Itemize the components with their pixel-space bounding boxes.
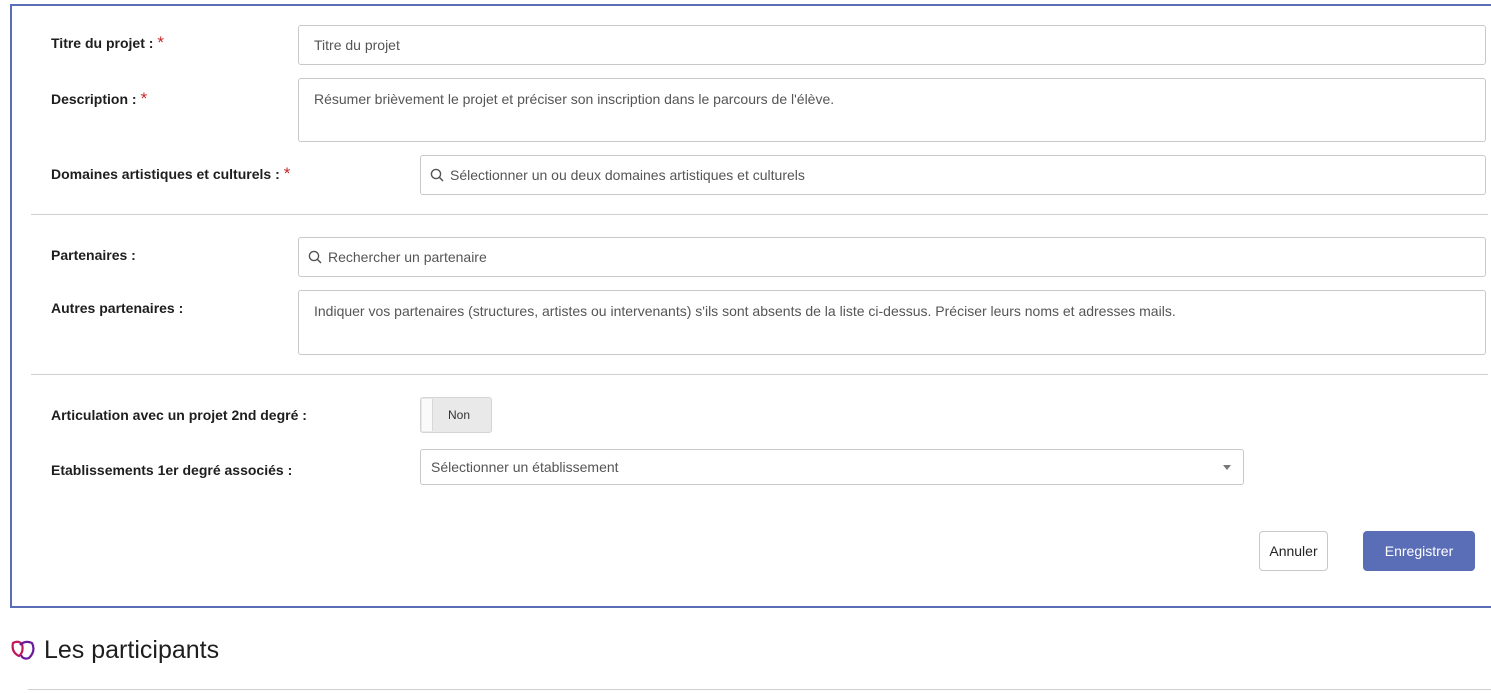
articulation-label: Articulation avec un projet 2nd degré : <box>51 407 307 423</box>
partners-placeholder: Rechercher un partenaire <box>328 249 487 265</box>
participants-section-header: Les participants <box>10 636 219 665</box>
establishments-placeholder: Sélectionner un établissement <box>431 459 619 475</box>
title-input[interactable]: Titre du projet <box>298 25 1486 65</box>
required-marker: * <box>140 89 148 108</box>
partners-label: Partenaires : <box>51 247 136 263</box>
save-button[interactable]: Enregistrer <box>1363 531 1475 571</box>
section-divider <box>31 374 1488 375</box>
title-label: Titre du projet : * <box>51 33 165 52</box>
section-divider <box>28 689 1491 690</box>
establishments-label: Etablissements 1er degré associés : <box>51 462 293 478</box>
domains-placeholder: Sélectionner un ou deux domaines artisti… <box>450 167 805 183</box>
domains-label: Domaines artistiques et culturels : * <box>51 164 291 183</box>
other-partners-textarea[interactable]: Indiquer vos partenaires (structures, ar… <box>298 290 1486 355</box>
required-marker: * <box>283 164 291 183</box>
description-placeholder: Résumer brièvement le projet et préciser… <box>314 91 835 107</box>
chevron-down-icon <box>1223 465 1231 470</box>
title-input-placeholder: Titre du projet <box>314 37 400 53</box>
domains-search-input[interactable]: Sélectionner un ou deux domaines artisti… <box>420 155 1486 195</box>
search-icon <box>430 168 444 182</box>
description-label: Description : * <box>51 89 148 108</box>
search-icon <box>308 250 322 264</box>
other-partners-label: Autres partenaires : <box>51 300 184 316</box>
participants-logo-icon <box>11 640 35 660</box>
participants-title: Les participants <box>44 636 220 664</box>
section-divider <box>31 214 1488 215</box>
toggle-value: Non <box>448 408 471 422</box>
cancel-button[interactable]: Annuler <box>1259 531 1328 571</box>
partners-search-input[interactable]: Rechercher un partenaire <box>298 237 1486 277</box>
description-textarea[interactable]: Résumer brièvement le projet et préciser… <box>298 78 1486 142</box>
articulation-toggle[interactable]: Non <box>420 397 492 433</box>
toggle-knob <box>422 399 433 431</box>
project-form-card: Titre du projet : * Titre du projet Descr… <box>10 4 1491 608</box>
other-partners-placeholder: Indiquer vos partenaires (structures, ar… <box>314 303 1176 319</box>
establishments-select[interactable]: Sélectionner un établissement <box>420 449 1244 485</box>
required-marker: * <box>157 33 165 52</box>
